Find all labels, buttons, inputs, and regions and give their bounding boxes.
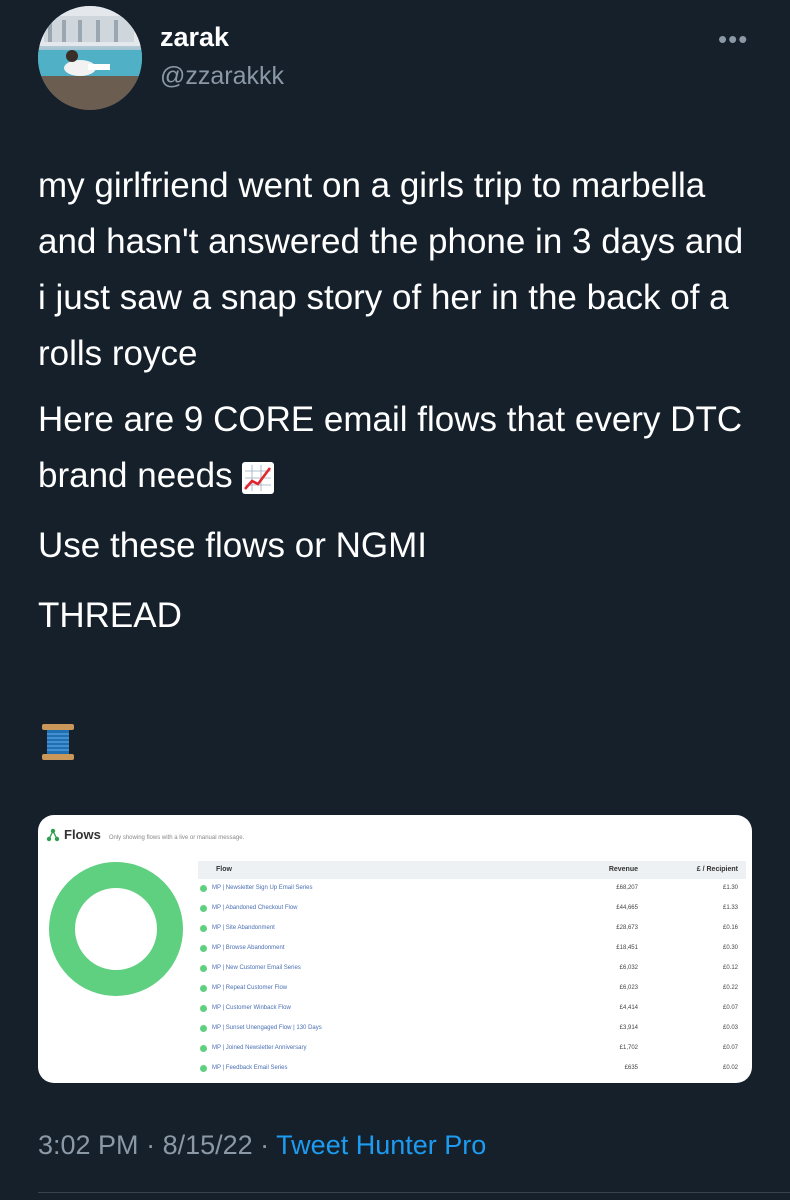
table-row: MP | Customer Winback Flow £4,414 £0.07 bbox=[198, 999, 746, 1019]
flow-revenue: £44,665 bbox=[616, 905, 638, 911]
tweet-paragraph-2-text: Here are 9 CORE email flows that every D… bbox=[38, 400, 743, 495]
flow-revenue: £6,032 bbox=[619, 965, 638, 971]
flow-revenue: £6,023 bbox=[619, 985, 638, 991]
flow-per-recipient: £0.12 bbox=[722, 965, 738, 971]
flow-per-recipient: £0.07 bbox=[722, 1045, 738, 1051]
flow-name[interactable]: MP | Repeat Customer Flow bbox=[212, 985, 287, 991]
flow-per-recipient: £0.30 bbox=[722, 945, 738, 951]
status-dot bbox=[200, 965, 207, 972]
flow-revenue: £4,414 bbox=[619, 1005, 638, 1011]
flow-per-recipient: £0.02 bbox=[722, 1065, 738, 1071]
tweet-paragraph-4: THREAD bbox=[38, 596, 182, 635]
column-recipient: £ / Recipient bbox=[696, 866, 738, 873]
column-flow: Flow bbox=[216, 866, 232, 873]
status-dot bbox=[200, 1025, 207, 1032]
table-row: MP | Abandoned Checkout Flow £44,665 £1.33 bbox=[198, 899, 746, 919]
column-revenue: Revenue bbox=[608, 866, 638, 873]
attached-image[interactable]: Flows Only showing flows with a live or … bbox=[38, 815, 752, 1083]
table-row: MP | Site Abandonment £28,673 £0.16 bbox=[198, 919, 746, 939]
flow-name[interactable]: MP | Feedback Email Series bbox=[212, 1065, 287, 1071]
flow-revenue: £68,207 bbox=[616, 885, 638, 891]
chart-increasing-icon bbox=[241, 461, 274, 494]
flow-name[interactable]: MP | Joined Newsletter Anniversary bbox=[212, 1045, 307, 1051]
flow-name[interactable]: MP | Abandoned Checkout Flow bbox=[212, 905, 298, 911]
author-name[interactable]: zarak bbox=[160, 22, 229, 53]
flows-note: Only showing flows with a live or manual… bbox=[108, 835, 245, 841]
avatar[interactable] bbox=[38, 6, 142, 110]
tweet-text: my girlfriend went on a girls trip to ma… bbox=[38, 158, 758, 658]
tweet-paragraph-2: Here are 9 CORE email flows that every D… bbox=[38, 392, 758, 504]
flow-name[interactable]: MP | Browse Abandonment bbox=[212, 945, 285, 951]
flow-name[interactable]: MP | Site Abandonment bbox=[212, 925, 275, 931]
flows-title: Flows bbox=[64, 827, 101, 842]
flow-per-recipient: £0.07 bbox=[722, 1005, 738, 1011]
table-row: MP | Repeat Customer Flow £6,023 £0.22 bbox=[198, 979, 746, 999]
more-horizontal-icon[interactable]: ••• bbox=[718, 24, 748, 55]
flow-per-recipient: £1.30 bbox=[722, 885, 738, 891]
flow-name[interactable]: MP | Newsletter Sign Up Email Series bbox=[212, 885, 312, 891]
table-row: MP | Newsletter Sign Up Email Series £68,… bbox=[198, 879, 746, 899]
table-row: MP | Browse Abandonment £18,451 £0.30 bbox=[198, 939, 746, 959]
status-dot bbox=[200, 945, 207, 952]
flow-name[interactable]: MP | Sunset Unengaged Flow | 130 Days bbox=[212, 1025, 322, 1031]
flow-per-recipient: £0.16 bbox=[722, 925, 738, 931]
table-row: MP | Feedback Email Series £635 £0.02 bbox=[198, 1059, 746, 1079]
flow-revenue: £635 bbox=[624, 1065, 638, 1071]
revenue-donut bbox=[49, 862, 183, 996]
status-dot bbox=[200, 1005, 207, 1012]
tweet-meta: 3:02 PM · 8/15/22 · Tweet Hunter Pro bbox=[38, 1130, 486, 1161]
flow-name[interactable]: MP | Customer Winback Flow bbox=[212, 1005, 291, 1011]
flow-revenue: £3,914 bbox=[619, 1025, 638, 1031]
divider bbox=[38, 1192, 790, 1193]
flows-header: Flows Only showing flows with a live or … bbox=[46, 827, 244, 842]
tweet-time[interactable]: 3:02 PM bbox=[38, 1130, 139, 1160]
status-dot bbox=[200, 925, 207, 932]
status-dot bbox=[200, 985, 207, 992]
tweet-date[interactable]: 8/15/22 bbox=[163, 1130, 253, 1160]
tweet-source[interactable]: Tweet Hunter Pro bbox=[276, 1130, 486, 1160]
tweet-paragraph-1: my girlfriend went on a girls trip to ma… bbox=[38, 166, 744, 373]
flow-per-recipient: £0.22 bbox=[722, 985, 738, 991]
flow-revenue: £1,702 bbox=[619, 1045, 638, 1051]
meta-separator: · bbox=[252, 1130, 277, 1160]
tweet-paragraph-3: Use these flows or NGMI bbox=[38, 526, 427, 565]
table-row: MP | Sunset Unengaged Flow | 130 Days £3,… bbox=[198, 1019, 746, 1039]
author-handle[interactable]: @zzarakkk bbox=[160, 62, 284, 91]
spool-of-thread-icon bbox=[42, 724, 74, 760]
status-dot bbox=[200, 885, 207, 892]
flow-name[interactable]: MP | New Customer Email Series bbox=[212, 965, 301, 971]
table-header: Flow Revenue £ / Recipient bbox=[198, 861, 746, 879]
status-dot bbox=[200, 905, 207, 912]
flow-per-recipient: £1.33 bbox=[722, 905, 738, 911]
flow-revenue: £18,451 bbox=[616, 945, 638, 951]
table-row: MP | New Customer Email Series £6,032 £0.1… bbox=[198, 959, 746, 979]
flow-per-recipient: £0.03 bbox=[722, 1025, 738, 1031]
flows-icon bbox=[46, 828, 60, 841]
flow-revenue: £28,673 bbox=[616, 925, 638, 931]
status-dot bbox=[200, 1065, 207, 1072]
table-row: MP | Joined Newsletter Anniversary £1,702… bbox=[198, 1039, 746, 1059]
status-dot bbox=[200, 1045, 207, 1052]
meta-separator: · bbox=[138, 1130, 163, 1160]
